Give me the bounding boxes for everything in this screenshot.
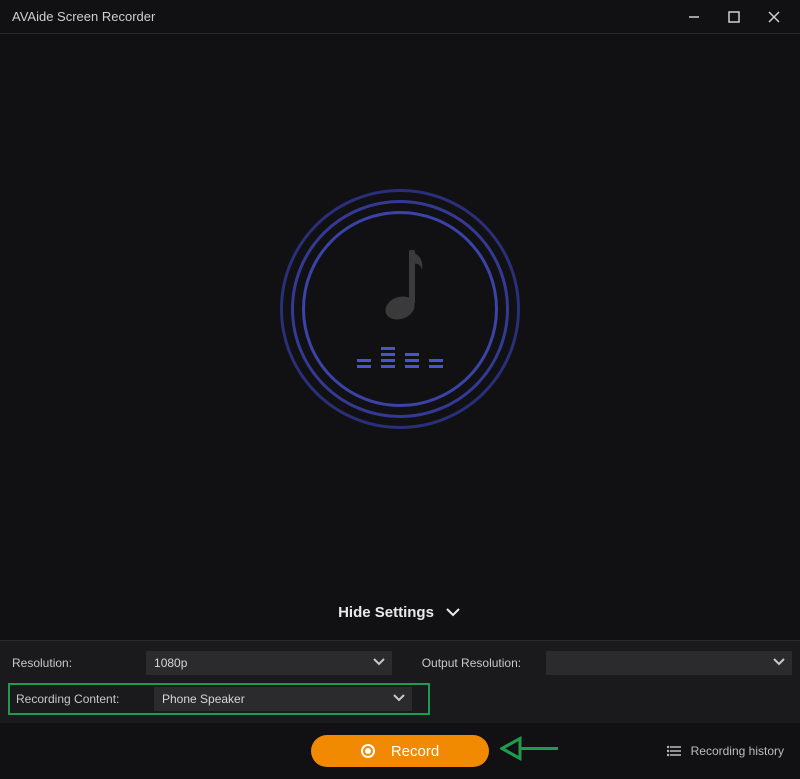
recording-content-label: Recording Content: bbox=[12, 692, 148, 706]
maximize-icon bbox=[727, 10, 741, 24]
recording-history-button[interactable]: Recording history bbox=[667, 744, 784, 758]
chevron-down-icon bbox=[372, 657, 386, 667]
toggle-settings-button[interactable]: Hide Settings bbox=[0, 584, 800, 640]
record-icon bbox=[361, 744, 375, 758]
close-button[interactable] bbox=[754, 0, 794, 34]
chevron-down-icon bbox=[772, 657, 786, 667]
toggle-settings-label: Hide Settings bbox=[338, 604, 434, 621]
settings-panel: Resolution: 1080p Output Resolution: Rec… bbox=[0, 640, 800, 723]
record-button[interactable]: Record bbox=[311, 735, 489, 767]
central-area bbox=[0, 34, 800, 584]
maximize-button[interactable] bbox=[714, 0, 754, 34]
footer: Record Recording history bbox=[0, 723, 800, 779]
minimize-button[interactable] bbox=[674, 0, 714, 34]
music-note-icon bbox=[372, 250, 428, 324]
chevron-down-icon bbox=[444, 606, 462, 618]
minimize-icon bbox=[687, 10, 701, 24]
output-resolution-label: Output Resolution: bbox=[418, 656, 541, 670]
recording-content-value: Phone Speaker bbox=[162, 692, 245, 706]
annotation-arrow bbox=[500, 733, 560, 770]
resolution-value: 1080p bbox=[154, 656, 187, 670]
recording-history-label: Recording history bbox=[691, 744, 784, 758]
recording-content-select[interactable]: Phone Speaker bbox=[154, 687, 412, 711]
close-icon bbox=[767, 10, 781, 24]
chevron-down-icon bbox=[392, 693, 406, 703]
recording-content-highlight: Recording Content: Phone Speaker bbox=[8, 683, 430, 715]
output-resolution-select[interactable] bbox=[546, 651, 792, 675]
record-button-label: Record bbox=[391, 743, 439, 760]
list-icon bbox=[667, 744, 683, 758]
audio-visual-rings bbox=[280, 189, 520, 429]
titlebar: AVAide Screen Recorder bbox=[0, 0, 800, 34]
recording-content-row: Recording Content: Phone Speaker bbox=[12, 687, 426, 711]
resolution-select[interactable]: 1080p bbox=[146, 651, 392, 675]
resolution-row: Resolution: 1080p Output Resolution: bbox=[8, 651, 792, 675]
app-window: AVAide Screen Recorder bbox=[0, 0, 800, 779]
resolution-label: Resolution: bbox=[8, 656, 140, 670]
app-title: AVAide Screen Recorder bbox=[12, 9, 155, 24]
equalizer-icon bbox=[357, 346, 443, 368]
